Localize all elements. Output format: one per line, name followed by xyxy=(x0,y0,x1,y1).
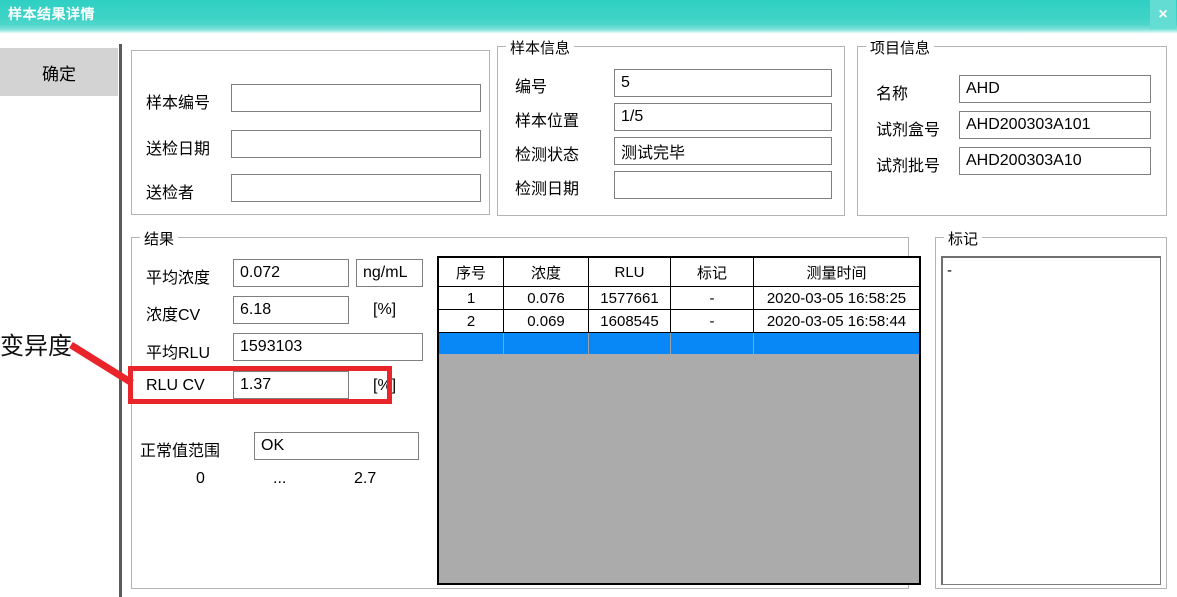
sender-input[interactable] xyxy=(231,174,481,202)
cell-empty xyxy=(504,333,589,354)
cell-conc: 0.069 xyxy=(504,310,589,332)
test-date-input[interactable] xyxy=(614,171,832,199)
sample-info-title: 样本信息 xyxy=(506,37,574,58)
mark-title: 标记 xyxy=(944,228,982,249)
mark-textarea[interactable]: - xyxy=(941,256,1161,585)
test-status-label: 检测状态 xyxy=(515,141,579,165)
result-title: 结果 xyxy=(140,228,178,249)
vertical-divider xyxy=(119,44,122,597)
avg-rlu-input[interactable] xyxy=(233,333,423,361)
range-separator: ... xyxy=(273,470,286,488)
project-info-title: 项目信息 xyxy=(866,37,934,58)
col-conc: 浓度 xyxy=(504,258,589,286)
table-row[interactable]: 1 0.076 1577661 - 2020-03-05 16:58:25 xyxy=(439,287,919,310)
number-input[interactable] xyxy=(614,69,832,97)
avg-conc-unit: ng/mL xyxy=(356,259,423,287)
kit-no-input[interactable] xyxy=(959,111,1151,139)
conc-cv-input[interactable] xyxy=(233,296,349,324)
sender-label: 送检者 xyxy=(146,179,194,203)
window-title: 样本结果详情 xyxy=(8,4,95,24)
sample-position-input[interactable] xyxy=(614,103,832,131)
normal-range-input[interactable] xyxy=(254,432,419,460)
requisition-groupbox: 样本编号 送检日期 送检者 xyxy=(131,50,490,215)
avg-conc-input[interactable] xyxy=(233,259,349,287)
cell-empty xyxy=(671,333,754,354)
cell-mark: - xyxy=(671,310,754,332)
cell-mark: - xyxy=(671,287,754,309)
avg-rlu-label: 平均RLU xyxy=(146,339,210,363)
test-date-label: 检测日期 xyxy=(515,175,579,199)
table-row-selected[interactable] xyxy=(439,333,919,354)
mark-groupbox: 标记 - xyxy=(935,237,1167,589)
ok-button[interactable]: 确定 xyxy=(0,48,118,96)
project-name-input[interactable] xyxy=(959,75,1151,103)
sample-info-groupbox: 样本信息 编号 样本位置 检测状态 检测日期 xyxy=(497,46,845,216)
normal-range-label: 正常值范围 xyxy=(140,437,220,461)
cell-seq: 2 xyxy=(439,310,504,332)
reagent-lot-label: 试剂批号 xyxy=(876,152,940,176)
conc-cv-unit: [%] xyxy=(373,301,396,319)
sample-position-label: 样本位置 xyxy=(515,107,579,131)
cell-time: 2020-03-05 16:58:44 xyxy=(754,310,919,332)
col-seq: 序号 xyxy=(439,258,504,286)
col-rlu: RLU xyxy=(589,258,671,286)
sample-no-label: 样本编号 xyxy=(146,89,210,113)
cell-rlu: 1608545 xyxy=(589,310,671,332)
cell-empty xyxy=(589,333,671,354)
highlight-rectangle xyxy=(128,366,392,404)
col-time: 测量时间 xyxy=(754,258,919,286)
reagent-lot-input[interactable] xyxy=(959,147,1151,175)
annotation-label: 变异度 xyxy=(0,326,72,361)
send-date-input[interactable] xyxy=(231,130,481,158)
titlebar: 样本结果详情 × xyxy=(0,0,1177,34)
cell-time: 2020-03-05 16:58:25 xyxy=(754,287,919,309)
number-label: 编号 xyxy=(515,73,547,97)
kit-no-label: 试剂盒号 xyxy=(876,116,940,140)
table-header-row: 序号 浓度 RLU 标记 测量时间 xyxy=(439,258,919,287)
project-info-groupbox: 项目信息 名称 试剂盒号 试剂批号 xyxy=(857,46,1167,216)
measurement-table: 序号 浓度 RLU 标记 测量时间 1 0.076 1577661 - 2020… xyxy=(437,256,921,585)
cell-seq: 1 xyxy=(439,287,504,309)
test-status-input[interactable] xyxy=(614,137,832,165)
cell-empty xyxy=(439,333,504,354)
cell-empty xyxy=(754,333,919,354)
project-name-label: 名称 xyxy=(876,80,908,104)
cell-conc: 0.076 xyxy=(504,287,589,309)
send-date-label: 送检日期 xyxy=(146,135,210,159)
close-icon[interactable]: × xyxy=(1150,0,1176,29)
conc-cv-label: 浓度CV xyxy=(146,301,200,325)
range-high: 2.7 xyxy=(354,470,376,488)
range-low: 0 xyxy=(196,470,205,488)
col-mark: 标记 xyxy=(671,258,754,286)
sample-no-input[interactable] xyxy=(231,84,481,112)
table-empty-area xyxy=(439,354,919,583)
cell-rlu: 1577661 xyxy=(589,287,671,309)
avg-conc-label: 平均浓度 xyxy=(146,264,210,288)
table-row[interactable]: 2 0.069 1608545 - 2020-03-05 16:58:44 xyxy=(439,310,919,333)
